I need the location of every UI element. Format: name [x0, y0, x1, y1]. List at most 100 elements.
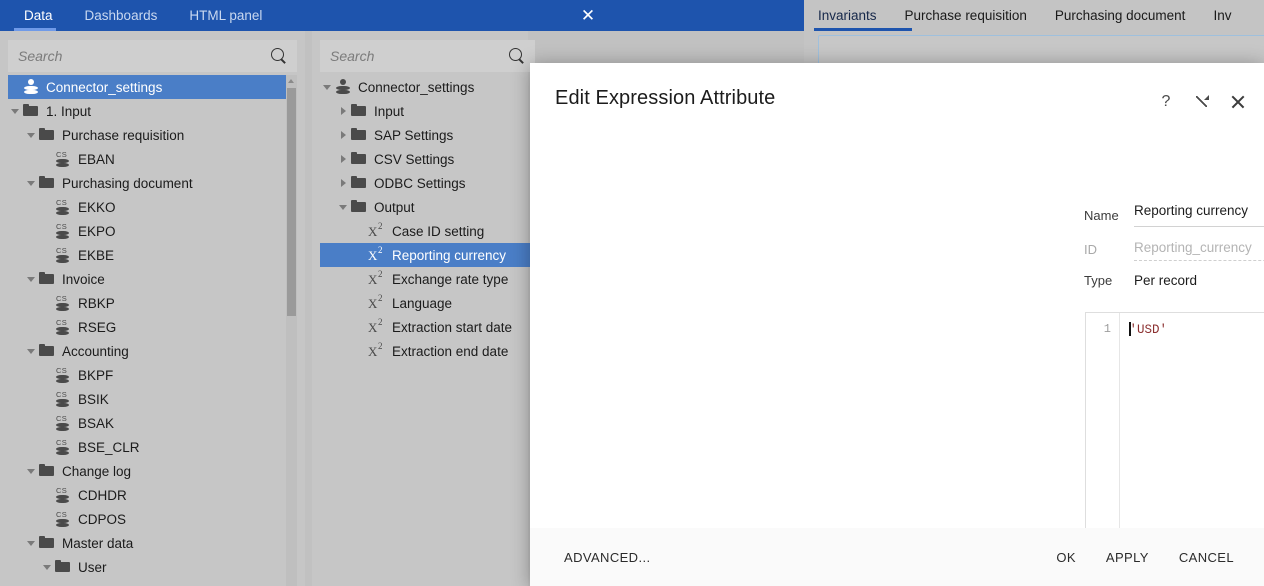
attribute-node-item[interactable]: SAP Settings	[320, 123, 535, 147]
tree-node-item[interactable]: Invoice	[8, 267, 289, 291]
data-tree-panel: Search Connector_settings1. InputPurchas…	[0, 31, 305, 586]
chevron-down-icon[interactable]	[24, 344, 38, 358]
expression-attribute-icon: X2	[367, 223, 387, 239]
tab-html-panel[interactable]: HTML panel	[173, 0, 278, 31]
attribute-node-item[interactable]: Output	[320, 195, 535, 219]
ok-button[interactable]: OK	[1056, 550, 1076, 565]
tree-node-item[interactable]: CSBSAK	[8, 411, 289, 435]
type-label: Type	[1084, 273, 1134, 288]
tab-purchase-requisition[interactable]: Purchase requisition	[891, 0, 1041, 31]
attribute-node-item[interactable]: X2Language	[320, 291, 535, 315]
tree-spacer	[40, 296, 54, 310]
apply-button[interactable]: APPLY	[1106, 550, 1149, 565]
scroll-up-arrow-icon[interactable]	[287, 77, 296, 85]
tree-node-item[interactable]: CSBSE_CLR	[8, 435, 289, 459]
tree-node-item[interactable]: CSCDHDR	[8, 483, 289, 507]
dialog-actions: ?	[1148, 85, 1256, 119]
chevron-down-icon[interactable]	[40, 560, 54, 574]
tree-node-item[interactable]: CSEKKO	[8, 195, 289, 219]
tree-node-item[interactable]: Purchasing document	[8, 171, 289, 195]
secondary-tab-bar: Invariants Purchase requisition Purchasi…	[804, 0, 1264, 31]
tab-invariants[interactable]: Invariants	[804, 0, 891, 31]
tab-data[interactable]: Data	[8, 0, 69, 31]
attribute-node-item[interactable]: X2 Case ID setting	[320, 219, 535, 243]
attribute-node-item[interactable]: Connector_settings	[320, 75, 535, 99]
chevron-right-icon[interactable]	[336, 128, 350, 142]
chevron-down-icon[interactable]	[24, 176, 38, 190]
tab-dashboards[interactable]: Dashboards	[69, 0, 174, 31]
attribute-node-label: Extraction end date	[392, 344, 508, 359]
tree-spacer	[352, 224, 366, 238]
id-input[interactable]: Reporting_currency	[1134, 237, 1264, 261]
tree-node-item[interactable]: Change log	[8, 459, 289, 483]
tree-node-item[interactable]: CSRBKP	[8, 291, 289, 315]
folder-icon	[351, 104, 367, 118]
close-icon[interactable]: ✕	[570, 0, 606, 31]
name-field-row: Name Reporting currency	[1084, 203, 1264, 227]
tree-node-label: Accounting	[62, 344, 129, 359]
tree-node-label: EBAN	[78, 152, 115, 167]
tree-node-item[interactable]: 1. Input	[8, 99, 289, 123]
tree-node-item[interactable]: CSEBAN	[8, 147, 289, 171]
tree-node-item[interactable]: Accounting	[8, 339, 289, 363]
tree-spacer	[8, 80, 22, 94]
tree-node-item[interactable]: User	[8, 555, 289, 579]
name-input[interactable]: Reporting currency	[1134, 203, 1264, 227]
attribute-node-item[interactable]: CSV Settings	[320, 147, 535, 171]
tree-node-label: RBKP	[78, 296, 115, 311]
help-icon[interactable]: ?	[1148, 85, 1184, 119]
tree-node-item[interactable]: Master data	[8, 531, 289, 555]
chevron-down-icon[interactable]	[320, 80, 334, 94]
expand-icon[interactable]	[1184, 85, 1220, 119]
cancel-button[interactable]: CANCEL	[1179, 550, 1234, 565]
advanced-button[interactable]: ADVANCED...	[564, 550, 651, 565]
chevron-down-icon[interactable]	[8, 104, 22, 118]
folder-icon	[39, 176, 55, 190]
attribute-search-input[interactable]: Search	[320, 40, 535, 72]
chevron-right-icon[interactable]	[336, 176, 350, 190]
tree-node-label: BKPF	[78, 368, 113, 383]
search-input[interactable]: Search	[8, 40, 297, 72]
tree-node-item[interactable]: CSEKBE	[8, 243, 289, 267]
close-icon[interactable]	[1220, 85, 1256, 119]
attribute-node-label: Case ID setting	[392, 224, 484, 239]
attribute-node-item[interactable]: X2Reporting currency	[320, 243, 535, 267]
tree-scrollbar[interactable]	[286, 75, 297, 586]
scrollbar-thumb[interactable]	[287, 88, 296, 316]
chevron-down-icon[interactable]	[24, 536, 38, 550]
attribute-node-label: Language	[392, 296, 452, 311]
chevron-right-icon[interactable]	[336, 152, 350, 166]
tree-node-item[interactable]: CSRSEG	[8, 315, 289, 339]
attribute-node-item[interactable]: X2Exchange rate type	[320, 267, 535, 291]
table-icon: CS	[55, 223, 72, 240]
chevron-down-icon[interactable]	[336, 200, 350, 214]
data-tree: Connector_settings 1. InputPurchase requi…	[8, 75, 289, 586]
attribute-node-label: Exchange rate type	[392, 272, 508, 287]
name-label: Name	[1084, 208, 1134, 223]
id-field-row: ID Reporting_currency	[1084, 237, 1264, 261]
folder-icon	[39, 536, 55, 550]
chevron-down-icon[interactable]	[24, 272, 38, 286]
tree-node-item[interactable]: CSBKPF	[8, 363, 289, 387]
attribute-node-item[interactable]: X2Extraction start date	[320, 315, 535, 339]
tab-purchasing-document[interactable]: Purchasing document	[1041, 0, 1200, 31]
search-icon[interactable]	[509, 48, 525, 64]
tree-node-item[interactable]: CSEKPO	[8, 219, 289, 243]
chevron-down-icon[interactable]	[24, 128, 38, 142]
tree-node-item[interactable]: CSBSIK	[8, 387, 289, 411]
id-placeholder: Reporting_currency	[1134, 240, 1264, 255]
table-icon: CS	[55, 487, 72, 504]
attribute-node-item[interactable]: Input	[320, 99, 535, 123]
search-icon[interactable]	[271, 48, 287, 64]
tab-invoice[interactable]: Inv	[1199, 0, 1245, 31]
attribute-node-item[interactable]: X2Extraction end date	[320, 339, 535, 363]
tree-node-label: Connector_settings	[46, 80, 162, 95]
tree-node-item[interactable]: Purchase requisition	[8, 123, 289, 147]
chevron-right-icon[interactable]	[336, 104, 350, 118]
tree-node-item[interactable]: Connector_settings	[8, 75, 289, 99]
chevron-down-icon[interactable]	[24, 464, 38, 478]
tree-node-item[interactable]: CSCDPOS	[8, 507, 289, 531]
tree-spacer	[352, 320, 366, 334]
secondary-panel-box	[818, 35, 1264, 65]
attribute-node-item[interactable]: ODBC Settings	[320, 171, 535, 195]
